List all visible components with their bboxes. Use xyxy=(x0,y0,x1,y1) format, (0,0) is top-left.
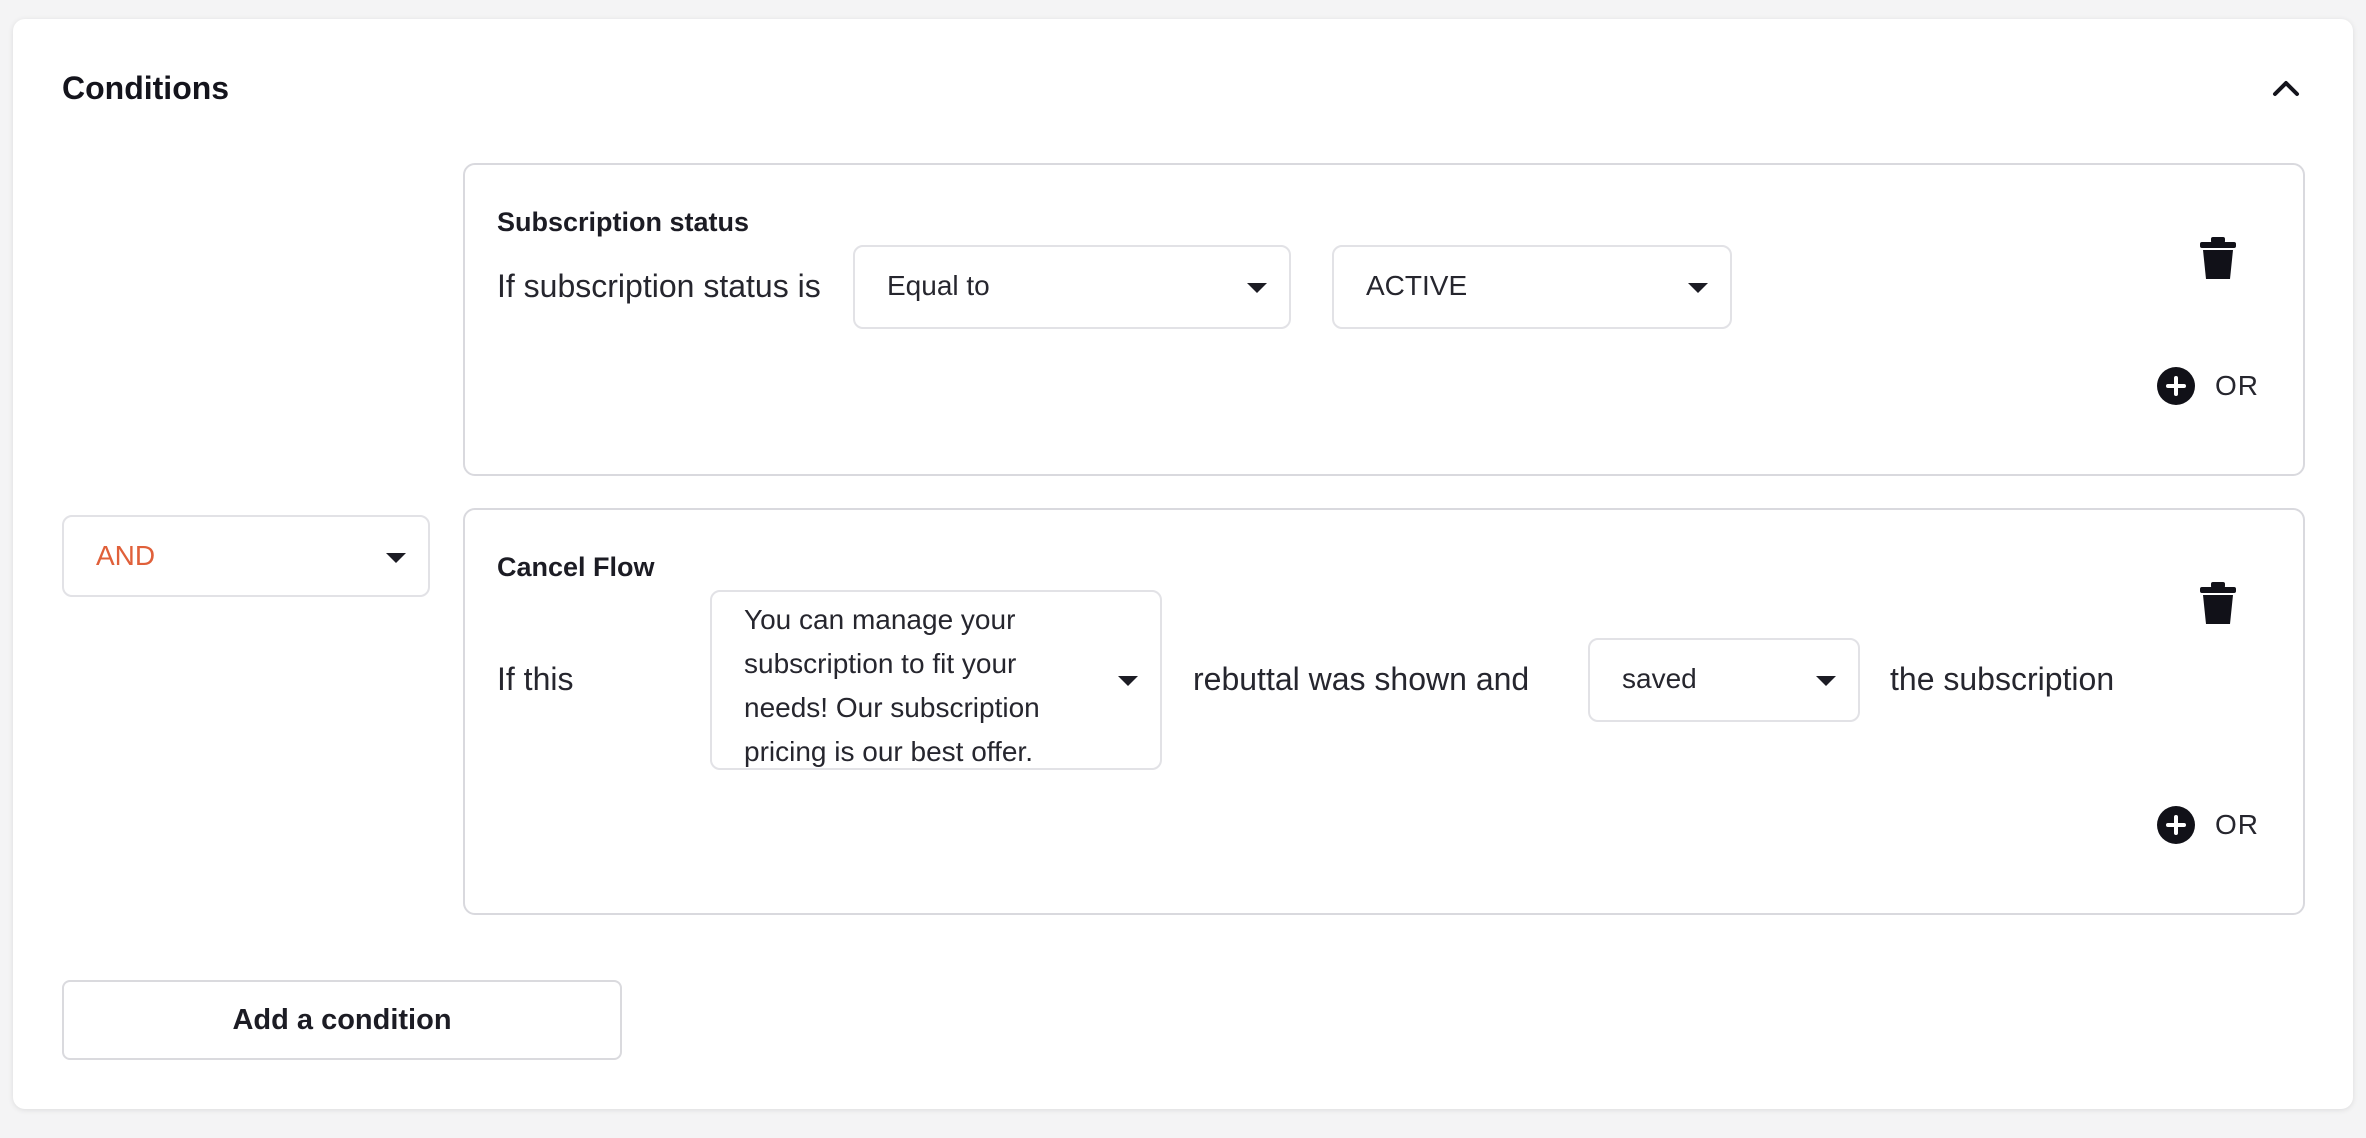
chevron-down-icon xyxy=(1118,676,1138,686)
operator-select-value: Equal to xyxy=(887,270,990,301)
condition-card-cancel-flow: Cancel Flow If this You can manage your … xyxy=(463,508,2305,915)
condition-prefix-text: If subscription status is xyxy=(497,268,821,304)
status-value-select[interactable]: ACTIVE xyxy=(1332,245,1732,329)
chevron-down-icon xyxy=(1816,676,1836,686)
chevron-down-icon xyxy=(1688,283,1708,293)
chevron-down-icon xyxy=(1247,283,1267,293)
trash-icon[interactable] xyxy=(2198,580,2238,626)
condition-card-subscription-status: Subscription status If subscription stat… xyxy=(463,163,2305,476)
condition-middle-text: rebuttal was shown and xyxy=(1193,661,1530,697)
add-or-button[interactable]: OR xyxy=(2157,367,2259,405)
trash-icon[interactable] xyxy=(2198,235,2238,281)
condition-title: Subscription status xyxy=(497,207,750,237)
plus-circle-icon xyxy=(2157,367,2195,405)
outcome-select-value: saved xyxy=(1622,663,1697,694)
operator-select[interactable]: Equal to xyxy=(853,245,1291,329)
rebuttal-select-value: You can manage your subscription to fit … xyxy=(744,604,1040,767)
section-title: Conditions xyxy=(62,70,230,106)
condition-suffix-text: the subscription xyxy=(1890,661,2115,697)
joiner-select[interactable]: AND xyxy=(62,515,430,597)
collapse-button[interactable] xyxy=(2264,66,2308,110)
joiner-select-value: AND xyxy=(96,540,156,571)
condition-title: Cancel Flow xyxy=(497,552,655,582)
or-label: OR xyxy=(2215,370,2259,401)
add-or-button[interactable]: OR xyxy=(2157,806,2259,844)
rebuttal-select[interactable]: You can manage your subscription to fit … xyxy=(710,590,1162,770)
chevron-up-icon xyxy=(2273,81,2299,96)
add-condition-button[interactable]: Add a condition xyxy=(62,980,622,1060)
outcome-select[interactable]: saved xyxy=(1588,638,1860,722)
chevron-down-icon xyxy=(386,553,406,563)
or-label: OR xyxy=(2215,809,2259,840)
condition-prefix-text: If this xyxy=(497,661,574,697)
status-value-select-value: ACTIVE xyxy=(1366,270,1468,301)
plus-circle-icon xyxy=(2157,806,2195,844)
